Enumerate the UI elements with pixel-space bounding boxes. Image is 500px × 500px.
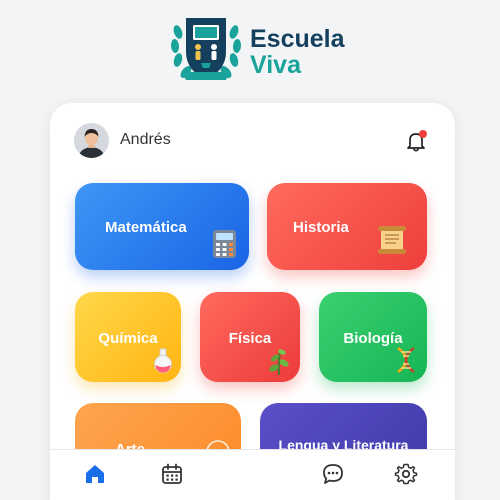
brand-logo: Escuela Viva — [168, 10, 348, 86]
subject-label: Química — [98, 330, 158, 347]
user-avatar-icon — [74, 123, 109, 158]
user-name: Andrés — [120, 131, 171, 148]
subject-card-fisica[interactable]: Física — [200, 292, 300, 382]
notification-dot — [419, 130, 427, 138]
subject-card-historia[interactable]: Historia — [267, 183, 427, 270]
app-header: Andrés — [50, 103, 455, 175]
subject-label: Biología — [343, 330, 403, 347]
subject-label: Física — [228, 330, 272, 347]
gear-icon[interactable] — [394, 462, 418, 486]
plant-icon — [269, 349, 289, 376]
chat-icon[interactable] — [321, 462, 345, 486]
avatar[interactable] — [74, 123, 109, 158]
calculator-icon — [213, 230, 236, 258]
app-screen: Andrés Matemática Historia Química Físic… — [50, 103, 455, 500]
bottom-nav — [50, 449, 455, 500]
school-emblem-icon — [170, 18, 242, 80]
bell-icon[interactable] — [404, 129, 428, 153]
subject-card-biologia[interactable]: Biología — [319, 292, 427, 382]
scroll-icon — [378, 226, 406, 254]
subject-card-quimica[interactable]: Química — [75, 292, 181, 382]
subject-card-matematica[interactable]: Matemática — [75, 183, 249, 270]
calendar-icon[interactable] — [160, 462, 184, 486]
home-icon[interactable] — [83, 462, 107, 486]
brand-name-line1: Escuela — [250, 25, 345, 53]
brand-name-line2: Viva — [250, 51, 301, 79]
flask-icon — [154, 348, 172, 373]
dna-icon — [397, 346, 415, 374]
